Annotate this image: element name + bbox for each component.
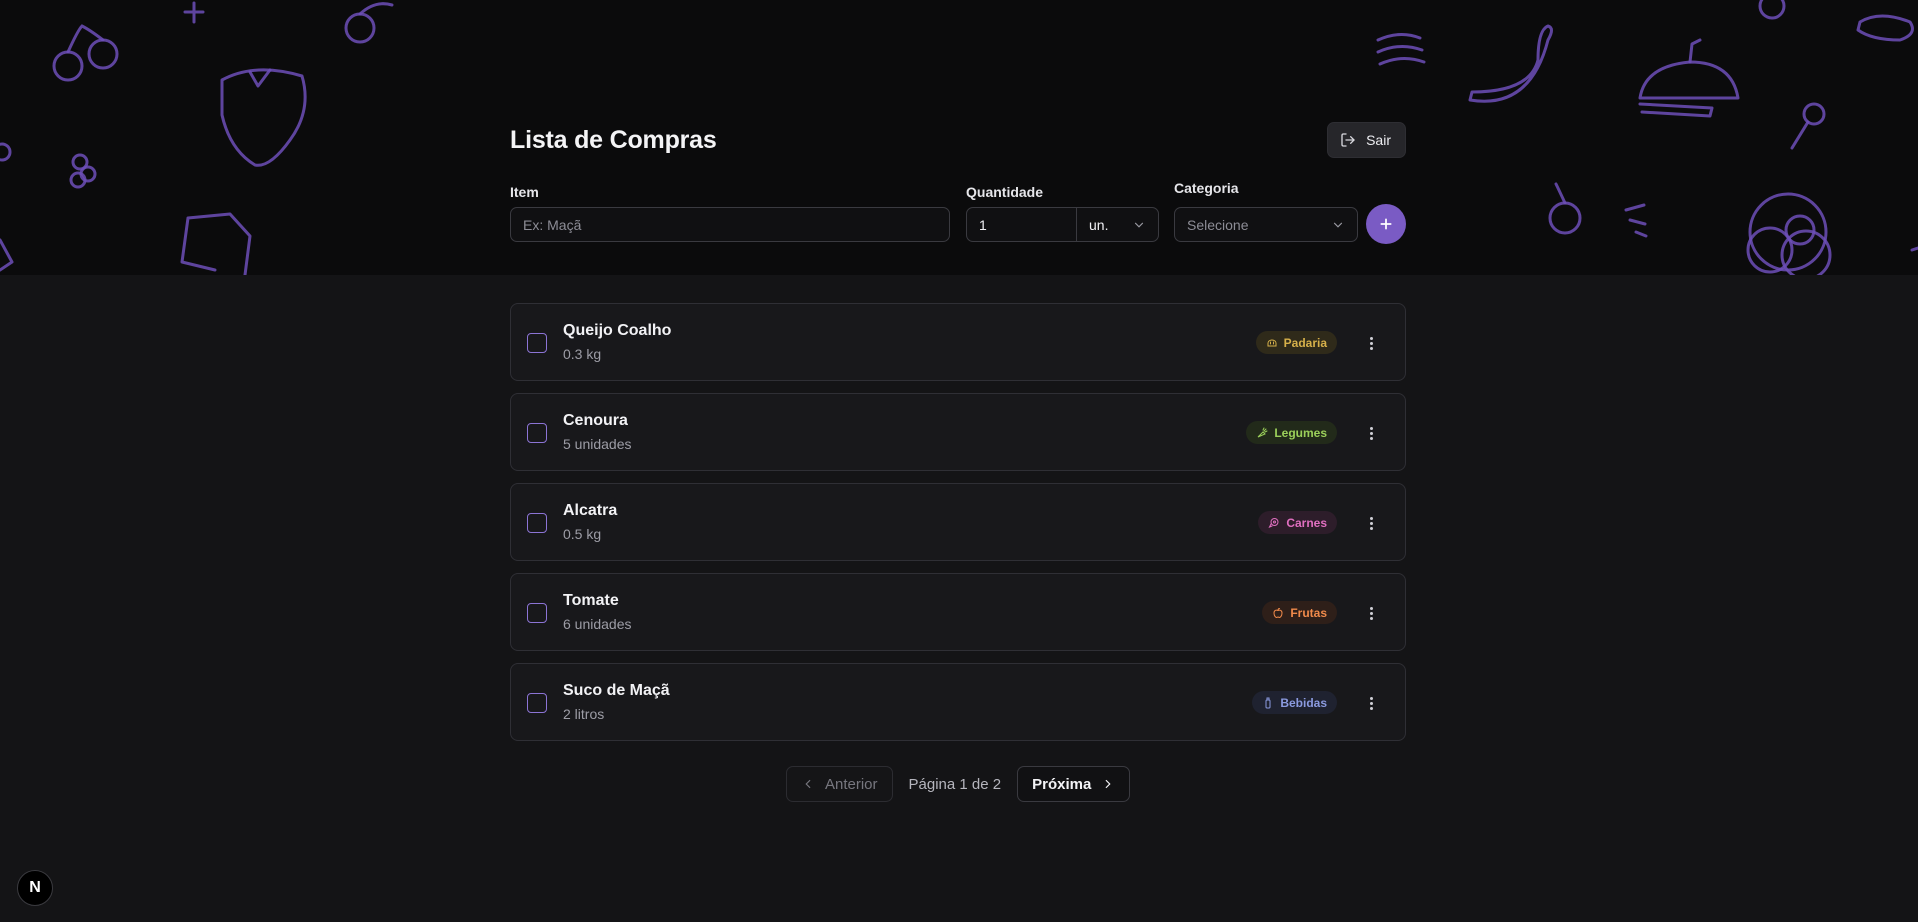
more-options-button[interactable] [1361, 333, 1381, 353]
previous-page-label: Anterior [825, 775, 878, 793]
more-options-button[interactable] [1361, 423, 1381, 443]
quantity-input[interactable]: 1 [967, 208, 1077, 241]
category-badge-label: Bebidas [1280, 695, 1327, 710]
item-checkbox[interactable] [527, 423, 547, 443]
more-options-button[interactable] [1361, 513, 1381, 533]
add-item-button[interactable] [1366, 204, 1406, 244]
item-quantity: 0.5 kg [563, 526, 602, 542]
more-options-button[interactable] [1361, 693, 1381, 713]
quantity-group: 1 un. [966, 207, 1159, 242]
category-badge-label: Carnes [1286, 515, 1327, 530]
category-badge: Bebidas [1252, 691, 1337, 714]
list-item: Tomate 6 unidades Frutas [510, 573, 1406, 651]
logout-label: Sair [1366, 132, 1391, 148]
logout-button[interactable]: Sair [1327, 122, 1406, 158]
category-label: Categoria [1174, 180, 1239, 196]
beef-icon [1268, 517, 1279, 528]
dev-tools-logo[interactable]: N [17, 870, 53, 906]
plus-icon [1380, 218, 1392, 230]
carrot-icon [1257, 427, 1268, 437]
item-name: Queijo Coalho [563, 322, 672, 339]
category-badge: Frutas [1262, 601, 1337, 624]
next-page-label: Próxima [1032, 775, 1092, 793]
item-name: Suco de Maçã [563, 682, 670, 699]
item-name: Cenoura [563, 412, 628, 429]
page-header: Lista de Compras Sair [510, 122, 1406, 158]
more-options-button[interactable] [1361, 603, 1381, 623]
bottle-icon [1265, 697, 1271, 708]
category-badge: Legumes [1246, 421, 1337, 444]
item-quantity: 0.3 kg [563, 346, 602, 362]
category-badge-label: Legumes [1274, 425, 1327, 440]
category-badge-label: Frutas [1290, 605, 1327, 620]
chevron-down-icon [1333, 222, 1343, 228]
unit-select[interactable]: un. [1077, 208, 1158, 241]
list-item: Cenoura 5 unidades Legumes [510, 393, 1406, 471]
item-label: Item [510, 184, 539, 200]
item-quantity: 5 unidades [563, 436, 632, 452]
category-badge: Padaria [1255, 331, 1337, 354]
list-item: Suco de Maçã 2 litros Bebidas [510, 663, 1406, 741]
category-placeholder: Selecione [1187, 216, 1249, 233]
previous-page-button[interactable]: Anterior [786, 766, 893, 802]
bread-icon [1267, 339, 1277, 346]
next-page-button[interactable]: Próxima [1017, 766, 1131, 802]
category-select[interactable]: Selecione [1174, 207, 1358, 242]
page-info: Página 1 de 2 [908, 775, 1002, 793]
quantity-label: Quantidade [966, 184, 1044, 200]
item-quantity: 6 unidades [563, 616, 632, 632]
category-badge-label: Padaria [1283, 335, 1327, 350]
unit-value: un. [1089, 216, 1109, 233]
item-name: Tomate [563, 592, 619, 609]
item-checkbox[interactable] [527, 513, 547, 533]
item-checkbox[interactable] [527, 333, 547, 353]
category-badge: Carnes [1258, 511, 1337, 534]
logo-letter: N [29, 879, 41, 896]
list-item: Alcatra 0.5 kg Carnes [510, 483, 1406, 561]
pagination: Anterior Página 1 de 2 Próxima [786, 766, 1131, 802]
item-quantity: 2 litros [563, 706, 605, 722]
apple-icon [1273, 607, 1283, 618]
logout-icon [1341, 133, 1355, 147]
chevron-down-icon [1134, 222, 1144, 228]
item-name: Alcatra [563, 502, 618, 519]
item-checkbox[interactable] [527, 693, 547, 713]
list-item: Queijo Coalho 0.3 kg Padaria [510, 303, 1406, 381]
item-checkbox[interactable] [527, 603, 547, 623]
item-input[interactable]: Ex: Maçã [510, 207, 950, 242]
add-item-form: Item Ex: Maçã Quantidade 1 un. Categoria… [510, 176, 1406, 246]
page-title: Lista de Compras [510, 125, 717, 154]
chevron-right-icon [1105, 779, 1111, 789]
chevron-left-icon [805, 779, 811, 789]
